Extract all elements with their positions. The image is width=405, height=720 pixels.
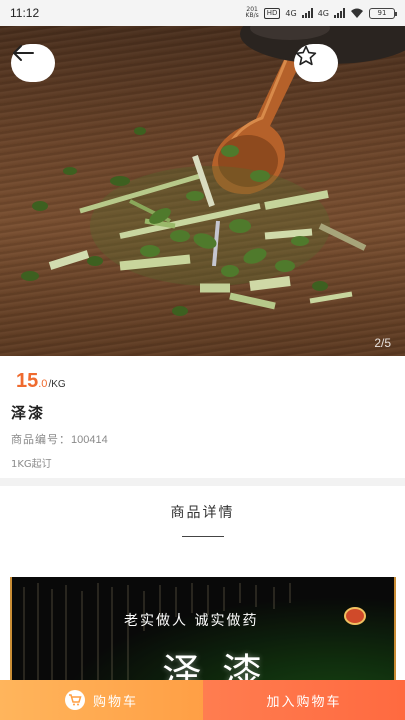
cart-icon [64, 690, 85, 710]
product-code: 商品编号：100414 [11, 431, 108, 447]
signal-icon [301, 8, 313, 18]
product-detail-page: 11:12 201 KB/s HD 4G 4G 91 2/5 15 .0 /KG… [0, 0, 405, 720]
add-to-cart-label: 加入购物车 [266, 694, 342, 710]
add-to-cart-button[interactable]: 加入购物车 [203, 680, 405, 720]
price-integer: 15 [16, 370, 39, 392]
details-section-title: 商品详情 [170, 505, 235, 521]
status-bar: 11:12 201 KB/s HD 4G 4G 91 [0, 0, 405, 26]
price-unit: /KG [48, 379, 66, 390]
network-type-1: 4G [285, 8, 297, 18]
product-name: 泽漆 [11, 404, 46, 422]
price: 15 .0 /KG [16, 370, 66, 393]
product-code-value: 100414 [71, 434, 108, 446]
banner-slogan: 老实做人 诚实做药 [124, 613, 259, 629]
hd-badge: HD [263, 7, 281, 19]
minimum-order: 1KG起订 [11, 459, 52, 470]
image-counter: 2/5 [374, 336, 391, 350]
favorite-button[interactable] [294, 44, 338, 82]
star-outline-icon [295, 45, 317, 66]
brand-seal-icon [344, 607, 366, 625]
back-button[interactable] [11, 44, 55, 82]
title-underline [182, 536, 224, 537]
cart-button[interactable]: 购物车 [0, 680, 203, 720]
arrow-left-icon [13, 45, 34, 61]
status-time: 11:12 [10, 6, 40, 20]
network-speed: 201 KB/s [245, 6, 259, 19]
product-code-label: 商品编号： [11, 433, 71, 446]
price-decimal: .0 [38, 378, 48, 390]
herb-photo [21, 26, 405, 316]
battery-icon: 91 [369, 7, 397, 19]
section-divider [0, 478, 405, 486]
network-type-2: 4G [317, 8, 329, 18]
cart-label: 购物车 [92, 694, 138, 710]
status-indicators: 201 KB/s HD 4G 4G 91 [245, 6, 397, 19]
product-image-carousel[interactable]: 2/5 [0, 26, 405, 356]
wifi-icon [351, 8, 363, 18]
bottom-action-bar: 购物车 加入购物车 [0, 680, 405, 720]
signal-icon-2 [334, 8, 345, 18]
